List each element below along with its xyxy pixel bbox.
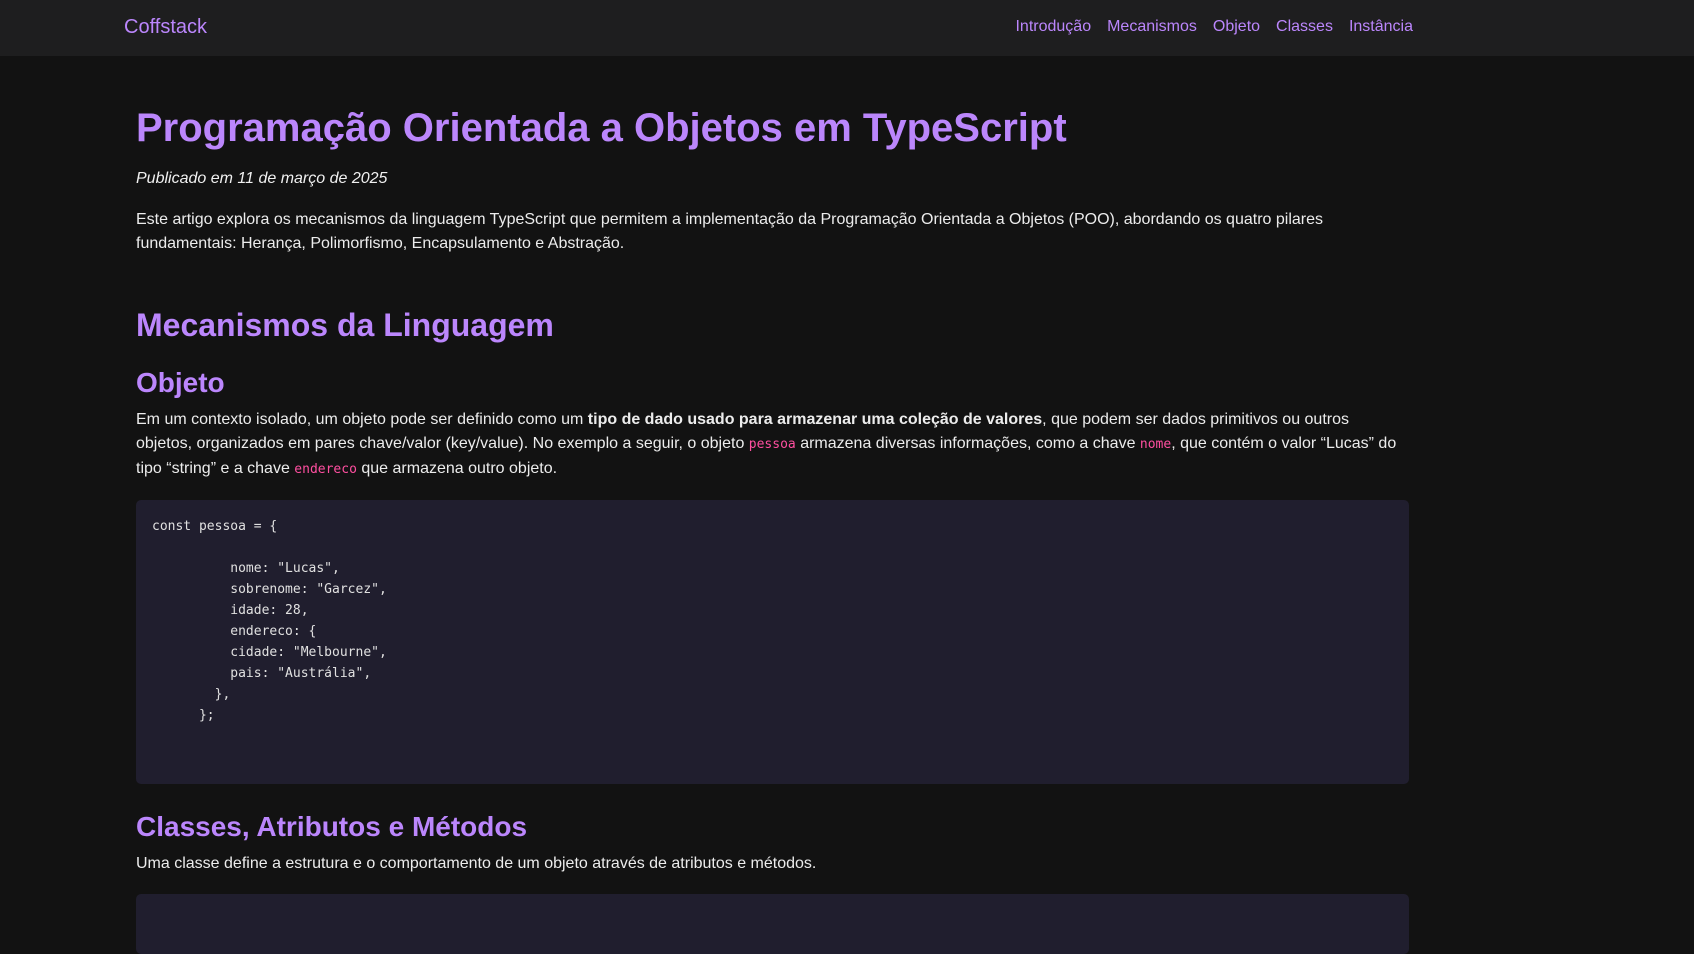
objeto-text-1: Em um contexto isolado, um objeto pode s… (136, 410, 588, 428)
published-date: Publicado em 11 de março de 2025 (136, 170, 388, 187)
inline-code-pessoa: pessoa (748, 436, 796, 452)
code-block-objeto[interactable]: const pessoa = { nome: "Lucas", sobrenom… (136, 499, 1409, 784)
heading-classes: Classes, Atributos e Métodos (136, 810, 528, 842)
nav-link-classes[interactable]: Classes (1276, 18, 1333, 36)
objeto-text-3: armazena diversas informações, como a ch… (795, 434, 1140, 452)
classes-paragraph: Uma classe define a estrutura e o compor… (136, 854, 817, 872)
inline-code-nome: nome (1139, 436, 1172, 452)
nav-links: Introdução Mecanismos Objeto Classes Ins… (1015, 18, 1413, 36)
nav-link-objeto[interactable]: Objeto (1213, 18, 1260, 36)
article-content: Programação Orientada a Objetos em TypeS… (136, 56, 1409, 954)
nav-link-mecanismos[interactable]: Mecanismos (1107, 18, 1197, 36)
brand-link[interactable]: Coffstack (124, 16, 207, 39)
code-block-objeto-text: const pessoa = { nome: "Lucas", sobrenom… (152, 518, 387, 723)
nav-link-instancia[interactable]: Instância (1349, 18, 1413, 36)
objeto-paragraph: Em um contexto isolado, um objeto pode s… (136, 408, 1409, 482)
heading-objeto: Objeto (136, 367, 225, 399)
heading-mecanismos: Mecanismos da Linguagem (136, 307, 554, 343)
code-block-classes[interactable] (136, 893, 1409, 954)
nav-link-introducao[interactable]: Introdução (1015, 18, 1091, 36)
objeto-text-5: que armazena outro objeto. (356, 459, 558, 477)
page-title: Programação Orientada a Objetos em TypeS… (136, 106, 1067, 150)
inline-code-endereco: endereco (294, 461, 357, 477)
intro-paragraph: Este artigo explora os mecanismos da lin… (136, 211, 1323, 252)
objeto-text-bold: tipo de dado usado para armazenar uma co… (587, 410, 1043, 428)
navbar: Coffstack Introdução Mecanismos Objeto C… (0, 0, 1694, 56)
